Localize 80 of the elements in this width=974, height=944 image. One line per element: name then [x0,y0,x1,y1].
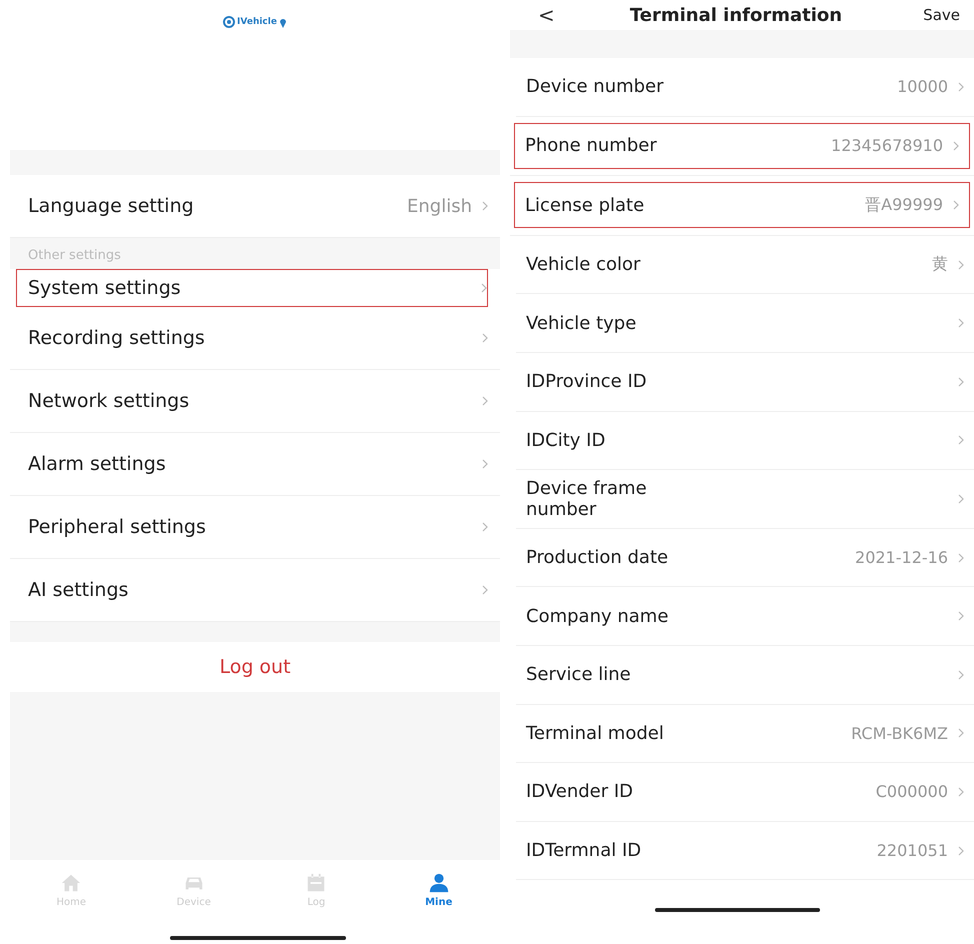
field-value: C000000 [876,782,948,802]
setting-label: Peripheral settings [28,516,207,538]
field-label: IDTermnal ID [526,840,642,862]
chevron-icon [958,435,964,446]
chevron-icon [958,552,964,563]
field-label: Phone number [525,135,657,156]
screen-title: Terminal information [628,4,844,26]
chevron-icon [482,396,488,406]
field-label: Service line [526,664,631,686]
chevron-icon [482,333,488,343]
settings-row[interactable]: Network settings [10,370,500,433]
field-value: 12345678910 [831,136,943,156]
chevron-icon [958,846,964,856]
settings-row[interactable]: System settings [16,269,488,307]
calendar-icon [305,872,328,894]
settings-row[interactable]: Recording settings [10,307,500,370]
chevron-icon [958,82,964,92]
chevron-icon [958,260,964,270]
setting-label: System settings [28,277,182,299]
field-row[interactable]: IDCity ID [516,412,974,470]
chevron-icon [482,201,488,211]
field-label: Device frame number [526,478,648,520]
field-row[interactable]: License plate 晋A99999 [514,182,970,228]
field-row[interactable]: Production date 2021-12-16 [516,528,974,588]
field-label: Company name [526,606,668,627]
setting-label: Language setting [28,195,195,217]
chevron-icon [958,494,964,504]
field-row[interactable]: Vehicle color 黄 [516,236,974,294]
settings-row[interactable]: Peripheral settings [10,496,500,559]
chevron-icon [958,318,964,328]
field-value: 晋A99999 [865,194,943,216]
field-row[interactable]: Phone number 12345678910 [514,122,970,169]
field-label: Production date [526,547,668,568]
field-row[interactable]: Terminal model RCM-BK6MZ [516,704,974,764]
chevron-icon [481,283,487,293]
chevron-icon [958,728,964,738]
field-row[interactable]: Service line [516,646,974,705]
logo: IVehicle [223,16,287,28]
field-row[interactable]: IDVender ID C000000 [516,763,974,822]
home-icon [60,872,82,894]
field-label: IDProvince ID [526,371,647,392]
section-title: Other settings [27,247,122,265]
field-row[interactable]: Company name [516,587,974,646]
field-label: License plate [525,194,644,216]
chevron-icon [482,522,488,532]
tab-bar-item[interactable]: Mine [398,871,479,909]
chevron-icon [953,140,959,151]
field-row[interactable]: Device frame number [516,470,974,529]
field-value: 2021-12-16 [855,548,948,568]
field-label: Device number [526,76,664,98]
setting-label: Alarm settings [28,453,167,475]
field-label: IDCity ID [526,430,606,451]
chevron-icon [953,200,959,210]
field-row[interactable]: Device number 10000 [516,58,974,117]
person-icon [428,872,450,894]
field-label: Terminal model [526,722,664,744]
chevron-icon [958,611,964,622]
setting-label: Network settings [28,390,190,412]
field-row[interactable]: Vehicle type [516,294,974,353]
field-label: Vehicle type [526,312,636,334]
setting-label: Recording settings [28,327,206,349]
chevron-icon [958,376,964,387]
field-value: RCM-BK6MZ [851,724,948,743]
chevron-icon [958,670,964,680]
setting-value: English [407,196,472,216]
field-row[interactable]: IDProvince ID [516,352,974,412]
setting-label: AI settings [28,579,130,601]
save-button[interactable]: Save [917,5,966,25]
settings-row[interactable]: Alarm settings [10,433,500,496]
logout-button[interactable]: Log out [209,652,301,682]
field-value: 10000 [897,77,948,96]
field-value: 黄 [932,254,948,276]
field-label: Vehicle color [526,254,640,276]
field-label: IDVender ID [526,781,634,802]
chevron-icon [482,585,488,595]
field-value: 2201051 [876,841,948,860]
field-row[interactable]: IDTermnal ID 2201051 [516,822,974,880]
chevron-icon [958,786,964,797]
back-button[interactable]: < [538,3,555,27]
chevron-icon [482,459,488,469]
